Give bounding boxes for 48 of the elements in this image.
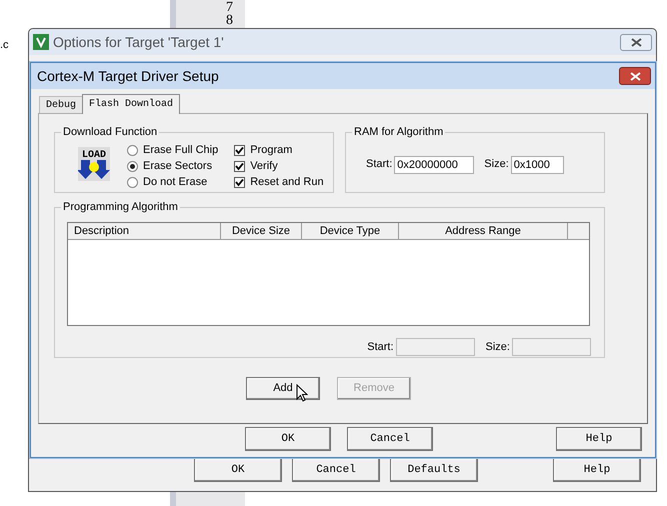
group-title: RAM for Algorithm [352,125,446,139]
load-icon: LOAD [78,147,110,181]
tab[interactable]: Flash Download [82,94,180,114]
tab[interactable]: Debug [39,96,84,113]
close-icon [630,38,642,46]
field-label: Start: [366,157,392,172]
checkbox[interactable] [234,144,246,156]
radio-label: Do not Erase [143,175,208,190]
group-title: Programming Algorithm [61,200,180,214]
close-button[interactable] [619,67,651,85]
field-label: Size: [484,157,509,172]
radio-button[interactable] [127,144,138,156]
dialog-button[interactable]: Help [556,427,642,451]
dialog-button[interactable]: Help [553,458,641,482]
checkbox-label: Reset and Run [250,175,324,190]
mouse-cursor-icon [296,384,308,402]
window-title: Options for Target 'Target 1' [53,32,224,52]
dialog-button[interactable]: Cancel [347,427,433,451]
radio-label: Erase Sectors [143,159,212,174]
file-name: .c [0,38,9,53]
checkbox-label: Verify [250,159,278,174]
dialog-button[interactable]: Defaults [390,458,478,482]
column-header[interactable]: Address Range [399,223,568,240]
input-field[interactable] [512,338,591,356]
app-logo-icon [33,34,49,50]
dialog-button[interactable]: Cancel [292,458,380,482]
input-field[interactable]: 0x20000000 [394,156,474,174]
line-number: 8 [226,14,233,27]
column-header[interactable]: Description [68,223,221,240]
button[interactable]: Add [246,377,320,400]
field-label: Size: [486,340,510,355]
column-header[interactable]: Device Size [221,223,302,240]
input-field[interactable] [396,338,475,356]
close-button[interactable] [620,34,652,50]
dialog-button[interactable]: OK [194,458,282,482]
checkbox-label: Program [250,143,292,158]
column-header[interactable]: Device Type [302,223,399,240]
radio-button[interactable] [127,176,138,188]
checkbox[interactable] [234,176,246,188]
dialog-button[interactable]: OK [245,427,331,451]
window-title: Cortex-M Target Driver Setup [37,66,219,86]
radio-button[interactable] [127,160,138,172]
line-number: 7 [226,1,233,14]
input-field[interactable]: 0x1000 [510,156,564,174]
close-icon [630,72,640,80]
radio-label: Erase Full Chip [143,143,218,158]
field-label: Start: [367,340,394,355]
checkbox[interactable] [234,160,246,172]
